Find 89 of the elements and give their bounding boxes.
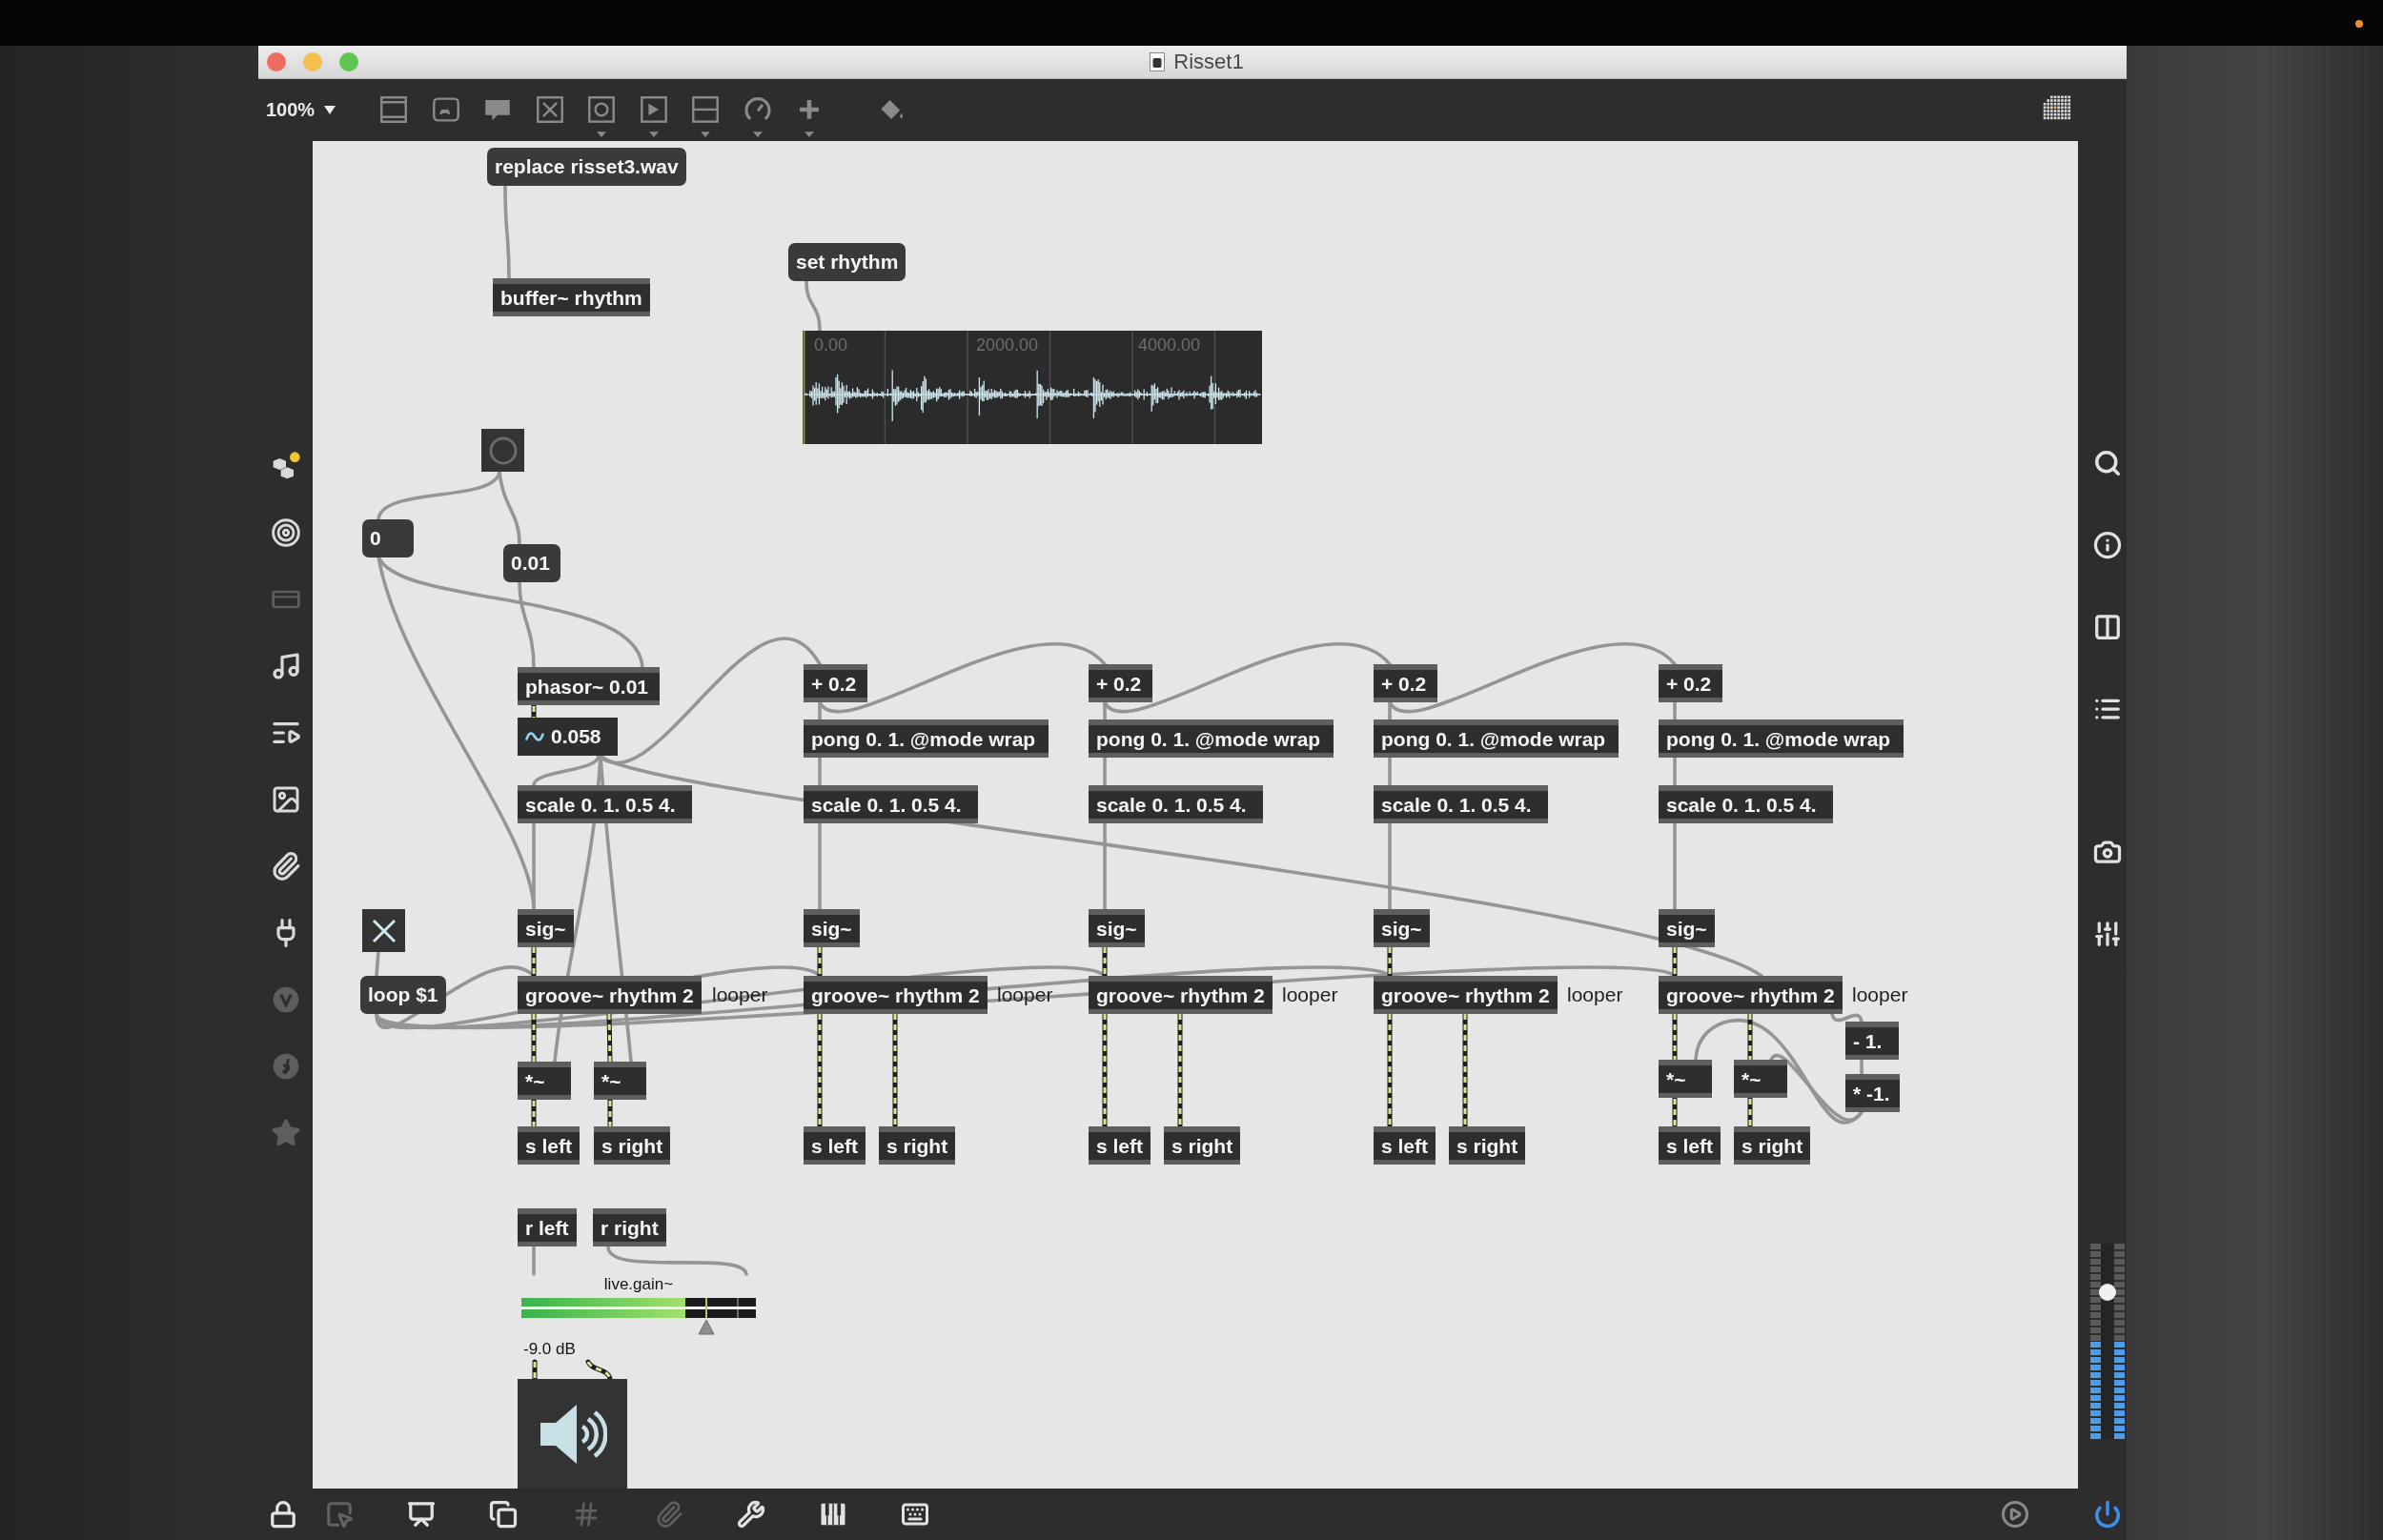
object-box: s left: [1374, 1126, 1436, 1165]
columns-icon[interactable]: [2092, 613, 2122, 641]
status-dot-icon: [2355, 20, 2363, 28]
message-box[interactable]: loop $1: [360, 976, 446, 1014]
paperclip-icon[interactable]: [655, 1500, 683, 1529]
ruler-label: 0.00: [814, 335, 848, 355]
document-icon: [1150, 52, 1166, 71]
search-icon[interactable]: [2092, 449, 2122, 477]
wrench-icon[interactable]: [737, 1500, 765, 1529]
output-gain-slider[interactable]: [2089, 1244, 2125, 1439]
object-box: scale 0. 1. 0.5 4.: [1089, 785, 1263, 823]
object-box: scale 0. 1. 0.5 4.: [804, 785, 978, 823]
object-box: + 0.2: [804, 664, 867, 702]
object-box: sig~: [518, 909, 574, 947]
message-box[interactable]: set rhythm: [788, 243, 906, 281]
object-box: groove~ rhythm 2: [518, 976, 702, 1014]
windows-icon[interactable]: [489, 1500, 518, 1529]
message-box[interactable]: replace risset3.wav: [487, 148, 686, 186]
comment-text: looper: [712, 983, 768, 1007]
wave-icon: [525, 731, 544, 742]
gain-label: live.gain~: [603, 1274, 674, 1295]
sliders-icon[interactable]: [2092, 920, 2122, 948]
paperclip-icon[interactable]: [270, 851, 301, 881]
ruler-label: 4000.00: [1138, 335, 1201, 355]
power-icon[interactable]: [2093, 1500, 2122, 1529]
object-box: *~: [594, 1062, 646, 1100]
lock-icon[interactable]: [269, 1500, 297, 1529]
object-box: sig~: [1089, 909, 1145, 947]
object-box: sig~: [1659, 909, 1715, 947]
camera-icon[interactable]: [2092, 838, 2122, 866]
object-box: + 0.2: [1089, 664, 1152, 702]
object-box: *~: [1734, 1060, 1787, 1098]
object-box: scale 0. 1. 0.5 4.: [518, 785, 692, 823]
object-box: phasor~ 0.01: [518, 667, 660, 705]
object-box: s left: [518, 1126, 580, 1165]
grid-icon[interactable]: [2043, 95, 2071, 120]
object-box: groove~ rhythm 2: [804, 976, 988, 1014]
gain-thumb[interactable]: [698, 1298, 716, 1336]
object-box: s left: [1089, 1126, 1151, 1165]
object-box: s right: [594, 1126, 671, 1165]
ring-icon: [488, 436, 518, 465]
speaker-icon: [538, 1402, 607, 1466]
window-title: Risset1: [1173, 50, 1244, 74]
comment-text: looper: [997, 983, 1053, 1007]
ruler-label: 2000.00: [976, 335, 1039, 355]
object-box: s right: [1164, 1126, 1241, 1165]
cross-icon: [371, 918, 397, 943]
object-box: scale 0. 1. 0.5 4.: [1659, 785, 1833, 823]
object-box: pong 0. 1. @mode wrap: [1089, 719, 1334, 758]
target-icon[interactable]: [270, 517, 301, 548]
object-box: + 0.2: [1659, 664, 1722, 702]
object-box: pong 0. 1. @mode wrap: [1659, 719, 1904, 758]
object-box: * -1.: [1845, 1074, 1900, 1112]
object-box: groove~ rhythm 2: [1659, 976, 1843, 1014]
presentation-icon[interactable]: [407, 1500, 436, 1529]
object-box: + 0.2: [1374, 664, 1437, 702]
object-box: r right: [593, 1208, 666, 1246]
object-box: sig~: [1374, 909, 1430, 947]
zoom-menu[interactable]: 100%: [266, 98, 336, 121]
object-box: groove~ rhythm 2: [1374, 976, 1558, 1014]
object-box: pong 0. 1. @mode wrap: [1374, 719, 1619, 758]
object-box: *~: [1659, 1060, 1712, 1098]
object-box: sig~: [804, 909, 860, 947]
message-box[interactable]: 0: [362, 519, 414, 557]
music-note-icon[interactable]: [270, 651, 301, 681]
comment-text: looper: [1852, 983, 1908, 1007]
object-box: scale 0. 1. 0.5 4.: [1374, 785, 1548, 823]
comment-text: looper: [1567, 983, 1623, 1007]
object-box: pong 0. 1. @mode wrap: [804, 719, 1049, 758]
speaker-output-button[interactable]: [518, 1379, 627, 1489]
info-icon[interactable]: [2092, 531, 2122, 559]
signal-number-box[interactable]: 0.058: [518, 718, 618, 756]
star-icon[interactable]: [270, 1118, 301, 1148]
gain-reading: -9.0 dB: [522, 1340, 576, 1359]
object-box: s right: [879, 1126, 956, 1165]
toggle[interactable]: [362, 909, 405, 952]
comment-text: looper: [1282, 983, 1338, 1007]
play-circle-icon[interactable]: [2001, 1500, 2029, 1529]
object-box: r left: [518, 1208, 577, 1246]
object-box: groove~ rhythm 2: [1089, 976, 1273, 1014]
object-box: s left: [804, 1126, 866, 1165]
object-box: s right: [1734, 1126, 1811, 1165]
object-box: - 1.: [1845, 1022, 1899, 1060]
caret-icon: [324, 105, 336, 114]
object-box: s left: [1659, 1126, 1721, 1165]
object-box: *~: [518, 1062, 571, 1100]
object-box: buffer~ rhythm: [493, 278, 650, 316]
message-box[interactable]: 0.01: [503, 544, 560, 582]
object-box: s right: [1449, 1126, 1526, 1165]
